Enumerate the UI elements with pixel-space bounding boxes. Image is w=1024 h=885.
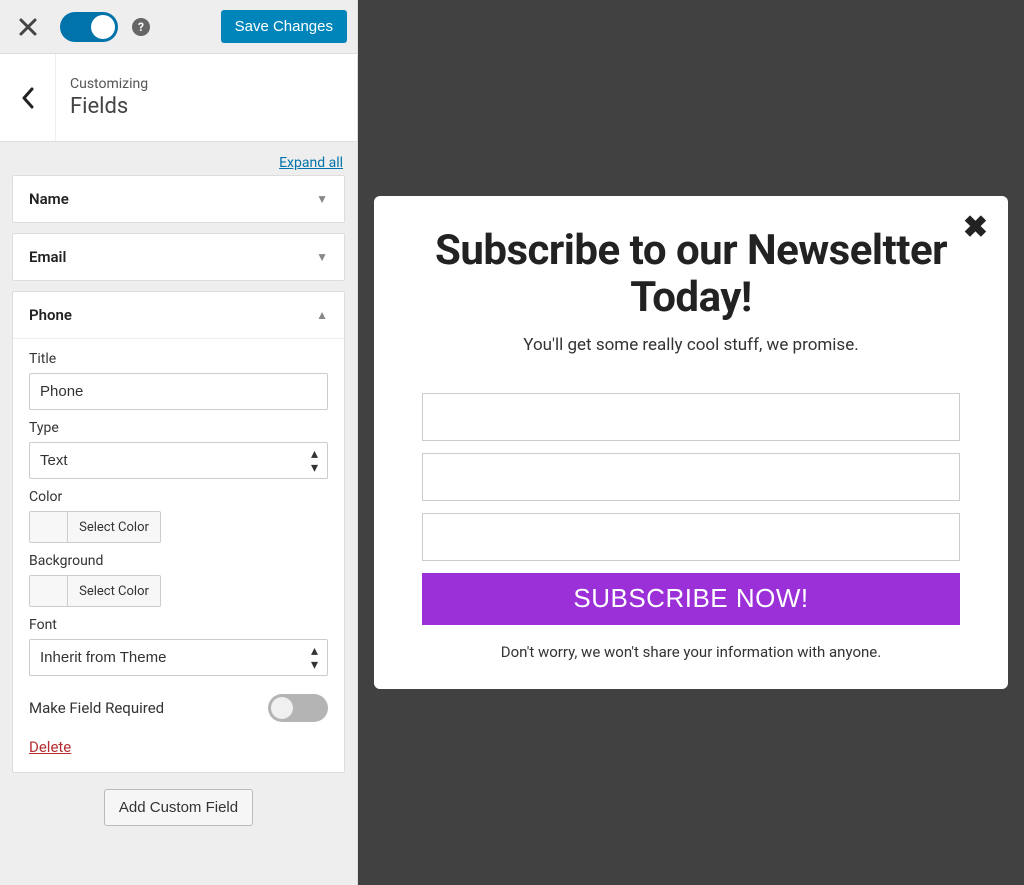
page-title: Fields [70,94,148,119]
font-select[interactable]: Inherit from Theme [29,639,328,676]
subscribe-button[interactable]: SUBSCRIBE NOW! [422,573,960,625]
customizer-sidebar: ? Save Changes Customizing Fields Expand… [0,0,358,885]
background-picker[interactable]: Select Color [29,575,161,607]
topbar: ? Save Changes [0,0,357,54]
field-item-phone: Phone ▲ Title Type Text ▴▾ Color [12,291,345,773]
accordion-toggle-email[interactable]: Email ▼ [13,234,344,280]
chevron-up-icon: ▲ [316,308,328,322]
title-input[interactable] [29,373,328,410]
color-swatch [30,576,68,606]
section-header: Customizing Fields [0,54,357,142]
save-button[interactable]: Save Changes [221,10,347,43]
popup-disclaimer: Don't worry, we won't share your informa… [422,643,960,661]
accordion-toggle-phone[interactable]: Phone ▲ [13,292,344,338]
popup-input-1[interactable] [422,393,960,441]
close-icon[interactable] [10,9,46,45]
phone-panel: Title Type Text ▴▾ Color Select Color [13,338,344,772]
chevron-down-icon: ▼ [316,250,328,264]
color-label: Color [29,489,328,505]
section-eyebrow: Customizing [70,76,148,92]
required-label: Make Field Required [29,699,164,717]
font-label: Font [29,617,328,633]
accordion-label: Name [29,190,69,208]
chevron-down-icon: ▼ [316,192,328,206]
popup-input-3[interactable] [422,513,960,561]
select-color-button[interactable]: Select Color [68,512,160,542]
required-toggle[interactable] [268,694,328,722]
type-select[interactable]: Text [29,442,328,479]
back-icon[interactable] [0,54,56,141]
preview-area: ✖ Subscribe to our Newseltter Today! You… [358,0,1024,885]
background-label: Background [29,553,328,569]
help-icon[interactable]: ? [132,18,150,36]
select-color-button[interactable]: Select Color [68,576,160,606]
fields-list: Name ▼ Email ▼ Phone ▲ Title Type [0,175,357,885]
publish-toggle[interactable] [60,12,118,42]
expand-all-link[interactable]: Expand all [279,155,343,171]
color-swatch [30,512,68,542]
field-item-name: Name ▼ [12,175,345,223]
accordion-label: Email [29,248,66,266]
title-label: Title [29,351,328,367]
close-icon[interactable]: ✖ [963,210,988,245]
field-item-email: Email ▼ [12,233,345,281]
add-custom-field-button[interactable]: Add Custom Field [104,789,253,826]
subscribe-popup: ✖ Subscribe to our Newseltter Today! You… [374,196,1008,688]
accordion-toggle-name[interactable]: Name ▼ [13,176,344,222]
type-label: Type [29,420,328,436]
accordion-label: Phone [29,306,72,324]
popup-subtitle: You'll get some really cool stuff, we pr… [422,335,960,355]
popup-title: Subscribe to our Newseltter Today! [422,228,960,320]
delete-link[interactable]: Delete [29,738,71,756]
popup-input-2[interactable] [422,453,960,501]
color-picker[interactable]: Select Color [29,511,161,543]
